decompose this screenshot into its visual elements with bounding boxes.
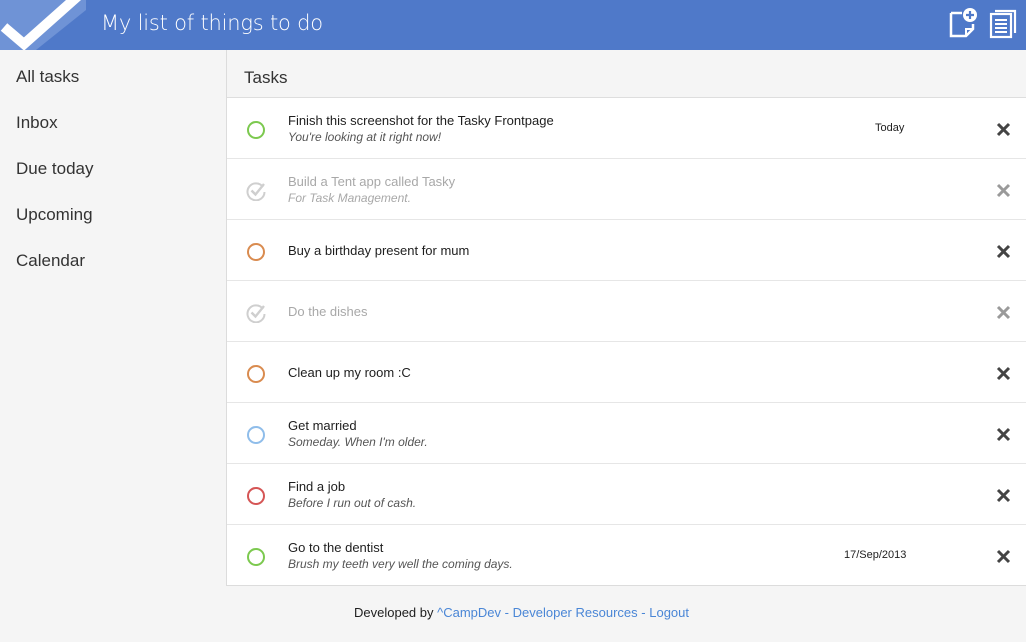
- close-icon[interactable]: [995, 487, 1012, 504]
- task-note: Someday. When I'm older.: [288, 435, 428, 449]
- panel-title: Tasks: [244, 68, 288, 87]
- close-icon[interactable]: [995, 365, 1012, 382]
- footer-prefix: Developed by: [354, 605, 434, 620]
- task-complete-toggle[interactable]: [247, 548, 265, 566]
- close-icon[interactable]: [995, 426, 1012, 443]
- notes-list-icon[interactable]: [986, 6, 1020, 40]
- close-icon[interactable]: [995, 121, 1012, 138]
- sidebar-item-upcoming[interactable]: Upcoming: [16, 205, 93, 225]
- task-name[interactable]: Find a job: [288, 479, 345, 494]
- task-note: For Task Management.: [288, 191, 411, 205]
- footer-separator: -: [641, 605, 646, 620]
- developer-resources-link[interactable]: Developer Resources: [513, 605, 638, 620]
- close-icon[interactable]: [995, 243, 1012, 260]
- task-note: Brush my teeth very well the coming days…: [288, 557, 513, 571]
- close-icon[interactable]: [995, 548, 1012, 565]
- task-note: Before I run out of cash.: [288, 496, 417, 510]
- tasks-panel: Tasks Finish this screenshot for the Tas…: [226, 50, 1026, 586]
- new-note-icon[interactable]: [946, 6, 980, 40]
- close-icon[interactable]: [995, 304, 1012, 321]
- task-row: Finish this screenshot for the Tasky Fro…: [227, 98, 1026, 159]
- task-complete-toggle[interactable]: [247, 426, 265, 444]
- sidebar-item-all-tasks[interactable]: All tasks: [16, 67, 79, 87]
- task-due-date: 17/Sep/2013: [844, 549, 907, 561]
- checkmark-icon[interactable]: [246, 303, 266, 324]
- task-name[interactable]: Buy a birthday present for mum: [288, 243, 469, 258]
- task-name[interactable]: Get married: [288, 418, 357, 433]
- campdev-link[interactable]: ^CampDev: [437, 605, 501, 620]
- task-due-date: Today: [875, 122, 905, 134]
- task-note: You're looking at it right now!: [288, 130, 442, 144]
- sidebar-item-due-today[interactable]: Due today: [16, 159, 94, 179]
- task-row: Build a Tent app called Tasky For Task M…: [227, 159, 1026, 220]
- task-row: Go to the dentist Brush my teeth very we…: [227, 525, 1026, 585]
- task-row: Buy a birthday present for mum: [227, 220, 1026, 281]
- close-icon[interactable]: [995, 182, 1012, 199]
- task-complete-toggle[interactable]: [247, 487, 265, 505]
- task-row: Clean up my room :C: [227, 342, 1026, 403]
- task-name[interactable]: Finish this screenshot for the Tasky Fro…: [288, 113, 554, 128]
- sidebar: All tasks Inbox Due today Upcoming Calen…: [0, 50, 226, 590]
- task-row: Get married Someday. When I'm older.: [227, 403, 1026, 464]
- task-complete-toggle[interactable]: [247, 365, 265, 383]
- app-header: My list of things to do: [0, 0, 1026, 50]
- checkmark-icon[interactable]: [246, 181, 266, 202]
- logout-link[interactable]: Logout: [649, 605, 689, 620]
- task-complete-toggle[interactable]: [247, 121, 265, 139]
- task-row: Find a job Before I run out of cash.: [227, 464, 1026, 525]
- footer-text: Developed by ^CampDev - Developer Resour…: [354, 605, 689, 620]
- task-row: Do the dishes: [227, 281, 1026, 342]
- task-name[interactable]: Build a Tent app called Tasky: [288, 174, 455, 189]
- app-title: My list of things to do: [101, 11, 323, 35]
- task-name[interactable]: Clean up my room :C: [288, 365, 411, 380]
- task-complete-toggle[interactable]: [247, 243, 265, 261]
- task-name[interactable]: Do the dishes: [288, 304, 368, 319]
- task-name[interactable]: Go to the dentist: [288, 540, 383, 555]
- panel-header: Tasks: [227, 50, 1026, 98]
- checkmark-logo-icon: [0, 0, 86, 50]
- footer-separator: -: [504, 605, 509, 620]
- sidebar-item-inbox[interactable]: Inbox: [16, 113, 58, 133]
- sidebar-item-calendar[interactable]: Calendar: [16, 251, 85, 271]
